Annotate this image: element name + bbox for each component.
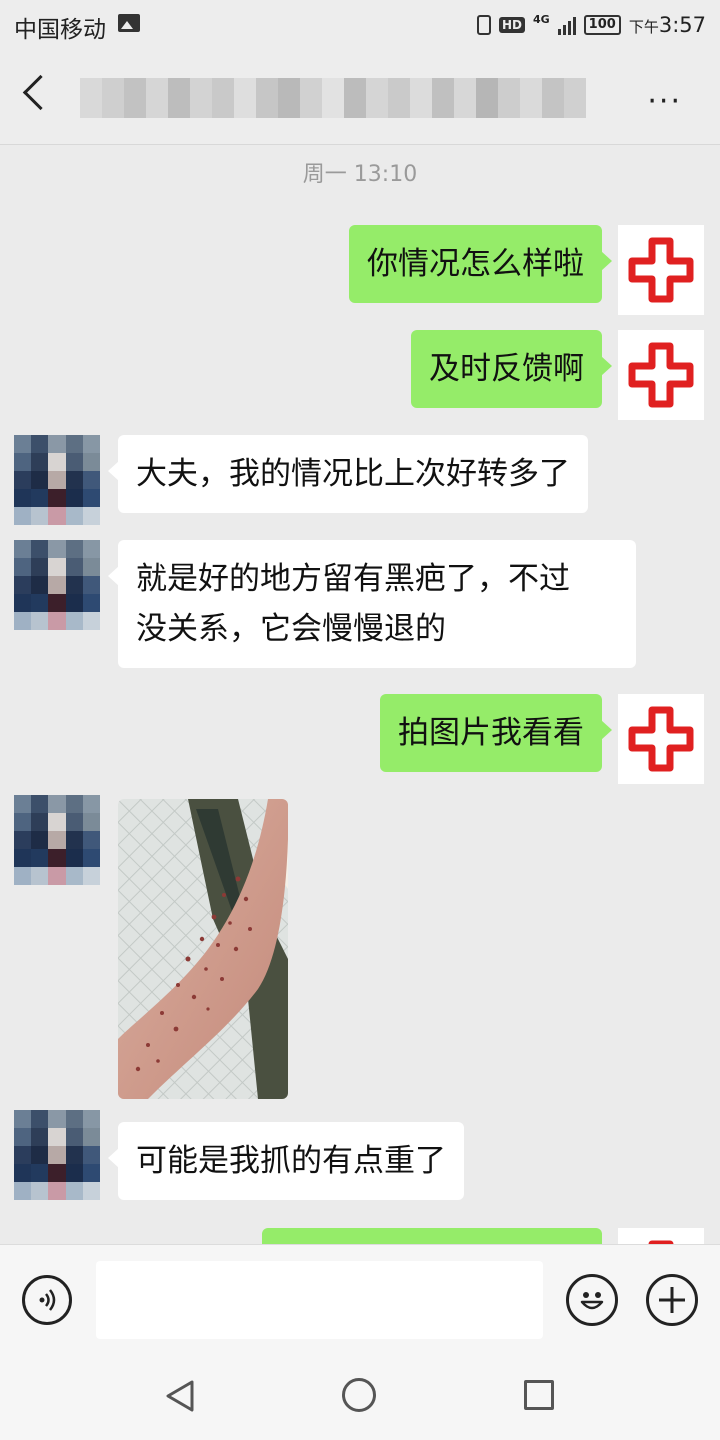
emoji-button[interactable]: [566, 1274, 618, 1326]
status-bar: 中国移动 HD 4G 100 下午3:57: [0, 0, 720, 50]
my-avatar[interactable]: [618, 225, 704, 315]
my-message-bubble[interactable]: 你情况怎么样啦: [349, 225, 612, 303]
contact-avatar[interactable]: [14, 540, 100, 630]
my-message-bubble[interactable]: 拍图片我看看: [380, 694, 612, 772]
my-message-bubble[interactable]: 及时反馈啊: [411, 330, 612, 408]
system-nav-bar: [0, 1356, 720, 1440]
hd-badge: HD: [498, 17, 525, 33]
status-icons: HD 4G 100 下午3:57: [476, 10, 706, 40]
arm-photo: [118, 799, 288, 1099]
emoji-icon: [580, 1292, 604, 1310]
chat-header: ···: [0, 50, 720, 145]
voice-icon: [39, 1289, 56, 1311]
hospital-cross-icon: [628, 706, 694, 772]
contact-avatar[interactable]: [14, 795, 100, 885]
my-avatar[interactable]: [618, 330, 704, 420]
message-line: 就是好的地方留有黑疤了，不过: [136, 561, 570, 597]
carrier-name: 中国移动: [14, 17, 106, 43]
my-avatar[interactable]: [618, 694, 704, 784]
photo-message[interactable]: [118, 799, 288, 1099]
plus-icon: [659, 1287, 685, 1313]
hospital-cross-icon: [628, 342, 694, 408]
network-type: 4G: [532, 12, 550, 26]
contact-message-bubble[interactable]: 就是好的地方留有黑疤了，不过 没关系，它会慢慢退的: [108, 540, 636, 668]
voice-button[interactable]: [22, 1275, 72, 1325]
message-line: 没关系，它会慢慢退的: [136, 611, 446, 647]
contact-avatar[interactable]: [14, 435, 100, 525]
battery-level: 100: [583, 15, 621, 35]
more-options-button[interactable]: ···: [647, 84, 682, 119]
my-message-bubble[interactable]: [262, 1228, 602, 1244]
input-bar: [0, 1244, 720, 1357]
vibrate-icon: [476, 15, 491, 35]
hospital-cross-icon: [628, 237, 694, 303]
time-value: 3:57: [658, 13, 706, 37]
signal-icon: [557, 15, 576, 35]
my-avatar[interactable]: [618, 1228, 704, 1244]
nav-back-icon[interactable]: [162, 1378, 198, 1414]
nav-recent-icon[interactable]: [524, 1380, 554, 1410]
image-notification-icon: [118, 14, 140, 32]
contact-message-bubble[interactable]: 大夫，我的情况比上次好转多了: [108, 435, 588, 513]
time-prefix: 下午: [628, 18, 659, 36]
clock: 下午3:57: [629, 13, 706, 37]
contact-message-bubble[interactable]: 可能是我抓的有点重了: [108, 1122, 464, 1200]
nav-home-icon[interactable]: [342, 1378, 376, 1412]
back-arrow-icon[interactable]: [22, 74, 59, 111]
message-input[interactable]: [96, 1261, 543, 1339]
chat-title-redacted: [80, 78, 586, 118]
message-list[interactable]: 周一 13:10 你情况怎么样啦 及时反馈啊 大夫，我的情况比上次好转多了 就是…: [0, 144, 720, 1244]
contact-avatar[interactable]: [14, 1110, 100, 1200]
message-timestamp: 周一 13:10: [302, 162, 418, 187]
more-functions-button[interactable]: [646, 1274, 698, 1326]
